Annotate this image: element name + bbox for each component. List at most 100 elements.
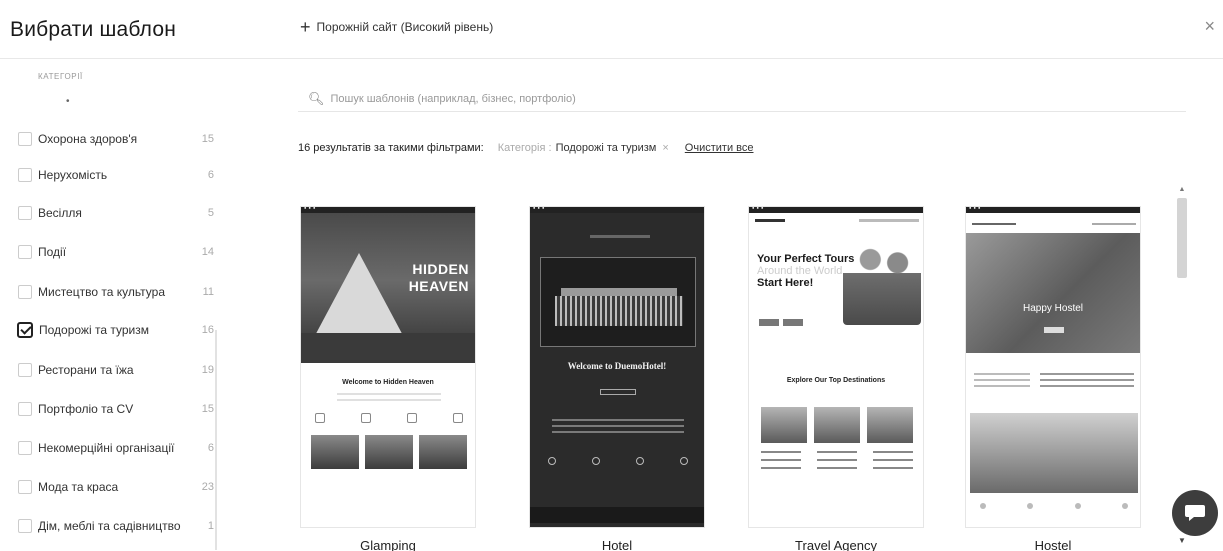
text-line	[337, 393, 441, 395]
category-label: Мода та краса	[38, 480, 119, 494]
filter-chip-key: Категорія :	[497, 142, 552, 154]
category-count: 11	[202, 286, 214, 298]
close-icon[interactable]: ×	[1204, 16, 1215, 37]
clear-all-link[interactable]: Очистити все	[685, 142, 754, 154]
category-count: 19	[201, 364, 214, 376]
template-hero-image: HIDDEN HEAVEN	[301, 213, 475, 363]
thumbnail-photo	[814, 407, 860, 443]
blank-site-label: Порожній сайт (Високий рівень)	[316, 20, 494, 34]
template-name[interactable]: Glamping	[300, 538, 476, 551]
category-label: Ресторани та їжа	[38, 363, 134, 377]
category-label: Подорожі та туризм	[39, 323, 149, 337]
category-count: 23	[201, 481, 214, 493]
cta-shape	[783, 319, 803, 326]
category-item-restaurants-food[interactable]: Ресторани та їжа 19	[18, 357, 214, 383]
nav-line	[755, 219, 919, 223]
text-line	[974, 385, 1030, 387]
chat-button[interactable]	[1172, 490, 1218, 536]
plus-icon: +	[300, 17, 311, 37]
remove-filter-icon[interactable]: ×	[662, 142, 668, 154]
template-dark-body: Welcome to DuemoHotel!	[530, 213, 704, 527]
headline-line: Start Here!	[757, 277, 814, 289]
category-checkbox[interactable]	[18, 363, 32, 377]
thumbnail-photo	[867, 407, 913, 443]
thumbnail-photo	[970, 413, 1138, 493]
template-headline: Your Perfect Tours Around the World Star…	[757, 253, 854, 289]
sidebar-scrollbar[interactable]	[215, 330, 217, 550]
filter-row: 16 результатів за такими фільтрами: Кате…	[298, 140, 754, 156]
category-checkbox[interactable]	[18, 132, 32, 146]
text-line	[761, 459, 913, 461]
template-card-hotel[interactable]: Welcome to DuemoHotel!	[529, 206, 705, 528]
search-input[interactable]	[330, 92, 1131, 105]
category-checkbox[interactable]	[18, 168, 32, 182]
template-card-travel-agency[interactable]: Your Perfect Tours Around the World Star…	[748, 206, 924, 528]
cta-shape	[1044, 327, 1064, 333]
text-line	[337, 399, 441, 401]
template-hero-image	[540, 257, 696, 347]
category-checkbox[interactable]	[18, 519, 32, 533]
category-item-weddings[interactable]: Весілля 5	[18, 200, 214, 226]
category-item-portfolio-cv[interactable]: Портфоліо та CV 15	[18, 396, 214, 422]
results-count: 16 результатів за такими фільтрами:	[298, 142, 484, 154]
template-name[interactable]: Travel Agency	[748, 538, 924, 551]
headline-line: Your Perfect Tours	[757, 253, 855, 265]
text-block	[1040, 373, 1134, 403]
feature-icon	[980, 503, 986, 509]
search-bar[interactable]: 🔍︎	[298, 86, 1186, 112]
feature-icon	[1074, 503, 1081, 509]
category-item-home-garden[interactable]: Дім, меблі та садівництво 1	[18, 513, 214, 539]
category-checkbox[interactable]	[18, 402, 32, 416]
category-item-healthcare[interactable]: Охорона здоров'я 15	[18, 126, 214, 152]
page-title: Вибрати шаблон	[10, 18, 177, 41]
main-scrollbar[interactable]: ▲ ▼	[1176, 186, 1188, 545]
category-item-nonprofit[interactable]: Некомерційні організації 6	[18, 435, 214, 461]
category-checkbox[interactable]	[18, 285, 32, 299]
nav-line	[590, 235, 650, 238]
category-label: Мистецтво та культура	[38, 285, 166, 299]
scroll-down-icon[interactable]: ▼	[1176, 536, 1188, 546]
category-count: 15	[201, 133, 214, 145]
category-label: Події	[38, 245, 67, 259]
category-count: 6	[207, 442, 214, 454]
category-label: Нерухомість	[38, 168, 108, 182]
category-item-travel-tourism[interactable]: Подорожі та туризм 16	[17, 317, 214, 343]
scroll-up-icon[interactable]: ▲	[1176, 186, 1188, 194]
category-label: Портфоліо та CV	[38, 402, 134, 416]
text-line	[1040, 385, 1134, 387]
text-line	[552, 431, 684, 433]
category-checkbox[interactable]	[18, 206, 32, 220]
category-checkbox[interactable]	[18, 480, 32, 494]
tent-shape	[311, 253, 407, 343]
thumbnail-photo	[311, 435, 359, 469]
category-checkbox[interactable]	[18, 245, 32, 259]
feature-icon	[592, 457, 600, 465]
feature-icons	[315, 413, 463, 423]
template-card-hostel[interactable]: Happy Hostel	[965, 206, 1141, 528]
browser-bar	[749, 207, 923, 213]
template-card-glamping[interactable]: HIDDEN HEAVEN Welcome to Hidden Heaven	[300, 206, 476, 528]
template-name[interactable]: Hotel	[529, 538, 705, 551]
template-hero-text: Happy Hostel	[1022, 303, 1084, 314]
category-item-fashion-beauty[interactable]: Мода та краса 23	[18, 474, 214, 500]
category-count: 6	[207, 169, 214, 181]
feature-icon	[453, 413, 463, 423]
category-count: 16	[201, 324, 214, 336]
headline-line: Around the World	[757, 265, 843, 277]
feature-icon	[680, 457, 688, 465]
scrollbar-thumb[interactable]	[1177, 198, 1187, 278]
feature-icon	[548, 457, 556, 465]
category-checkbox[interactable]	[18, 441, 32, 455]
feature-icons	[980, 503, 1128, 509]
headline-line: HEAVEN	[408, 278, 469, 294]
text-line	[552, 419, 684, 421]
template-name[interactable]: Hostel	[965, 538, 1141, 551]
category-item-art-culture[interactable]: Мистецтво та культура 11	[18, 279, 214, 305]
ground-shape	[301, 333, 475, 363]
blank-site-button[interactable]: + Порожній сайт (Високий рівень)	[300, 17, 494, 37]
template-headline: HIDDEN HEAVEN	[409, 261, 469, 295]
feature-icon	[315, 413, 325, 423]
category-item-real-estate[interactable]: Нерухомість 6	[18, 162, 214, 188]
category-checkbox-checked[interactable]	[17, 322, 33, 338]
category-item-events[interactable]: Події 14	[18, 239, 214, 265]
